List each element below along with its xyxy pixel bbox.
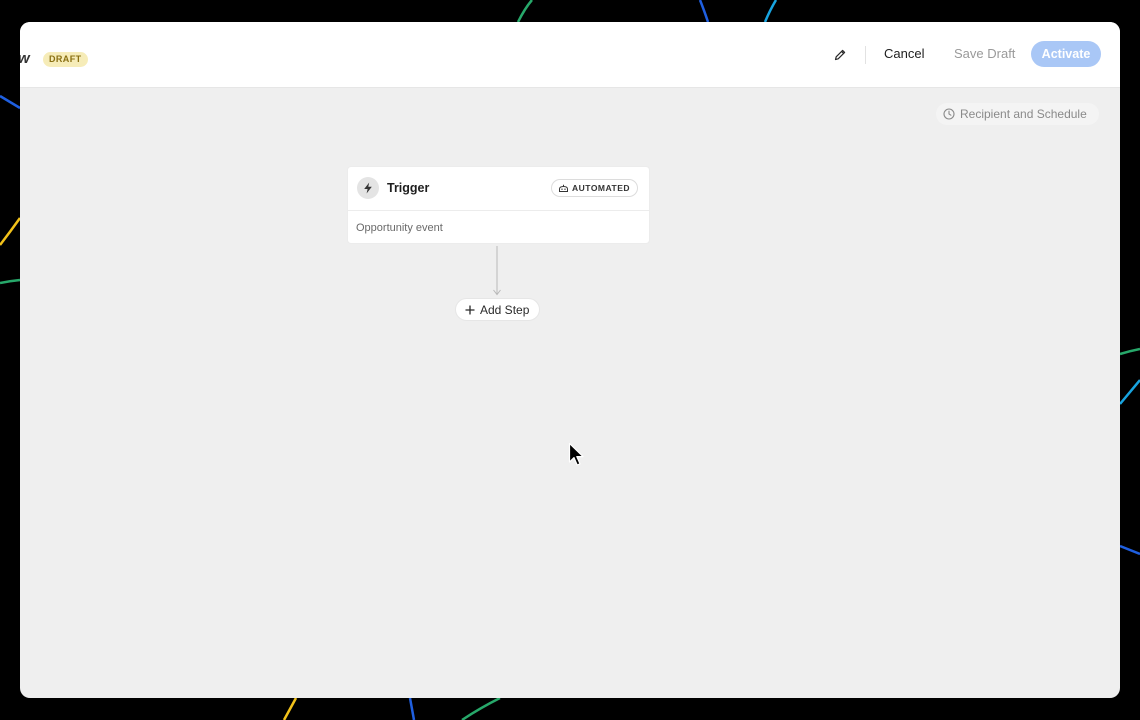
clock-icon — [943, 108, 955, 120]
robot-icon — [559, 184, 568, 192]
trigger-card[interactable]: Trigger AUTOMATED Opportunity event — [347, 166, 650, 244]
plus-icon — [465, 304, 475, 315]
workflow-title[interactable]: w — [20, 49, 30, 69]
mouse-cursor-icon — [568, 442, 584, 466]
add-step-label: Add Step — [480, 302, 530, 317]
trigger-icon-container — [357, 177, 379, 199]
automated-badge-label: AUTOMATED — [572, 183, 631, 193]
pencil-icon — [834, 49, 846, 61]
recipient-schedule-label: Recipient and Schedule — [960, 107, 1087, 121]
trigger-event-label: Opportunity event — [356, 222, 443, 234]
step-connector — [493, 246, 501, 296]
lightning-icon — [364, 182, 372, 194]
activate-button[interactable]: Activate — [1031, 41, 1101, 67]
workflow-editor-window: w DRAFT Cancel Save Draft Activate Recip… — [20, 22, 1120, 698]
trigger-card-header: Trigger AUTOMATED — [348, 167, 649, 211]
trigger-title: Trigger — [387, 181, 430, 195]
edit-title-button[interactable] — [830, 45, 850, 65]
automated-badge: AUTOMATED — [551, 179, 639, 197]
header-bar: w DRAFT Cancel Save Draft Activate — [20, 22, 1120, 88]
recipient-schedule-button[interactable]: Recipient and Schedule — [936, 103, 1099, 125]
header-divider — [865, 46, 866, 64]
add-step-button[interactable]: Add Step — [455, 298, 541, 321]
status-badge: DRAFT — [43, 52, 88, 67]
cancel-button[interactable]: Cancel — [872, 44, 936, 64]
save-draft-button[interactable]: Save Draft — [942, 44, 1027, 64]
